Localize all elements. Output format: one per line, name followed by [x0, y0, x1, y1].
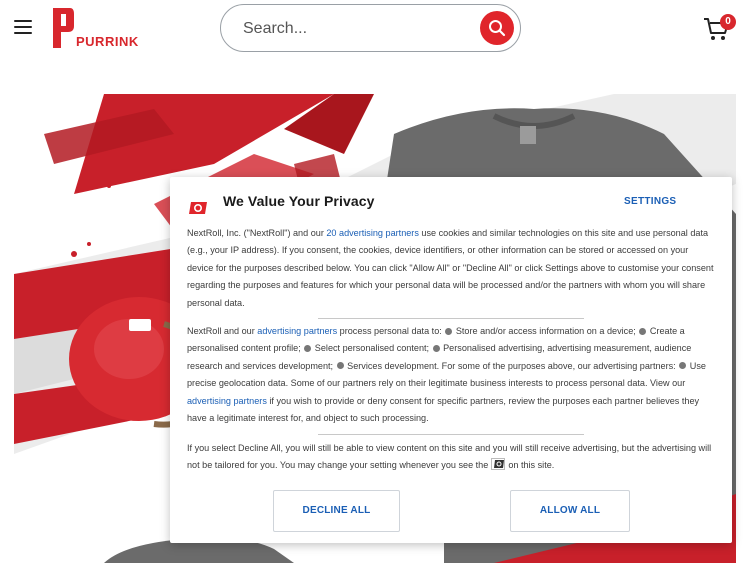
settings-link[interactable]: SETTINGS — [624, 196, 676, 207]
consent-paragraph-decline: If you select Decline All, you will stil… — [187, 440, 715, 475]
dialog-title: We Value Your Privacy — [223, 193, 375, 209]
decline-text-b: on this site. — [508, 460, 555, 471]
site-header: PURRINK 0 — [0, 0, 750, 60]
decline-text-a: If you select Decline All, you will stil… — [187, 443, 712, 471]
advertising-partners-link[interactable]: advertising partners — [257, 326, 337, 336]
purpose-item-3: Select personalised content; — [312, 343, 432, 354]
search-input[interactable] — [243, 17, 463, 41]
intro-text-b: use cookies and similar technologies on … — [187, 228, 714, 308]
decline-all-button[interactable]: DECLINE ALL — [273, 490, 400, 532]
divider — [318, 318, 584, 319]
bullet-icon — [445, 327, 453, 335]
consent-paragraph-purposes: NextRoll and our advertising partners pr… — [187, 323, 715, 427]
purpose-item-5: Services development. For some of the pu… — [344, 360, 679, 371]
divider — [318, 434, 584, 435]
cart-count-badge: 0 — [720, 14, 736, 30]
search-button[interactable] — [480, 11, 514, 45]
purposes-text-a: NextRoll and our — [187, 326, 258, 336]
menu-icon[interactable] — [14, 20, 32, 36]
bullet-icon — [639, 327, 647, 335]
bullet-icon — [679, 362, 687, 370]
purposes-text-b: process personal data to: — [337, 326, 445, 336]
purpose-item-1: Store and/or access information on a dev… — [453, 326, 639, 336]
intro-text-a: NextRoll, Inc. ("NextRoll") and our — [187, 228, 327, 238]
advertising-partners-count-link[interactable]: 20 advertising partners — [326, 228, 419, 238]
bullet-icon — [432, 344, 440, 352]
allow-all-button[interactable]: ALLOW ALL — [510, 490, 630, 532]
consent-paragraph-intro: NextRoll, Inc. ("NextRoll") and our 20 a… — [187, 225, 715, 312]
bullet-icon — [304, 344, 312, 352]
site-logo[interactable]: PURRINK — [52, 6, 138, 52]
bullet-icon — [336, 362, 344, 370]
logo-text: PURRINK — [76, 34, 139, 49]
advertising-partners-link-2[interactable]: advertising partners — [187, 396, 267, 406]
nextroll-settings-icon — [491, 458, 506, 471]
search-icon — [489, 20, 506, 37]
nextroll-logo-icon — [189, 202, 207, 214]
privacy-consent-dialog: We Value Your Privacy SETTINGS NextRoll,… — [170, 177, 732, 543]
logo-mark-icon — [53, 8, 74, 48]
search-bar — [220, 4, 521, 52]
